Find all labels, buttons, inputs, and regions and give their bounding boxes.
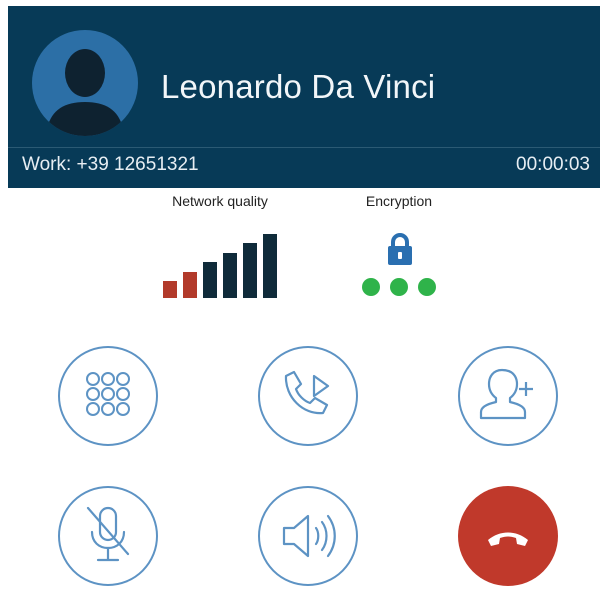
end-call-button[interactable] xyxy=(458,486,558,586)
hang-up-icon xyxy=(458,486,558,586)
encryption-status-dot xyxy=(418,278,436,296)
lock-icon xyxy=(388,233,412,265)
network-quality-label: Network quality xyxy=(172,193,268,209)
mic-muted-icon xyxy=(86,506,130,562)
keypad-icon xyxy=(86,372,130,416)
signal-bar xyxy=(263,234,277,298)
signal-bar xyxy=(183,272,197,298)
phone-forward-icon xyxy=(284,370,330,415)
keypad-button[interactable] xyxy=(58,346,158,446)
add-contact-icon xyxy=(479,368,533,420)
speaker-button[interactable] xyxy=(258,486,358,586)
add-participant-button[interactable] xyxy=(458,346,558,446)
caller-name: Leonardo Da Vinci xyxy=(161,68,436,105)
encryption-label: Encryption xyxy=(365,193,433,209)
encryption-status-dot xyxy=(390,278,408,296)
encryption-status-dot xyxy=(362,278,380,296)
signal-bar xyxy=(203,262,217,298)
speaker-icon xyxy=(282,514,336,558)
person-silhouette-icon xyxy=(46,49,124,136)
signal-bar xyxy=(243,243,257,298)
call-duration: 00:00:03 xyxy=(516,154,590,175)
signal-bar xyxy=(163,281,177,298)
encryption-indicator xyxy=(358,232,442,298)
caller-avatar xyxy=(32,30,138,136)
call-header: Leonardo Da Vinci Work: +39 12651321 00:… xyxy=(8,6,600,188)
caller-number: Work: +39 12651321 xyxy=(22,154,199,175)
mute-button[interactable] xyxy=(58,486,158,586)
transfer-call-button[interactable] xyxy=(258,346,358,446)
network-quality-indicator xyxy=(163,232,279,298)
header-divider xyxy=(8,147,600,148)
signal-bar xyxy=(223,253,237,298)
